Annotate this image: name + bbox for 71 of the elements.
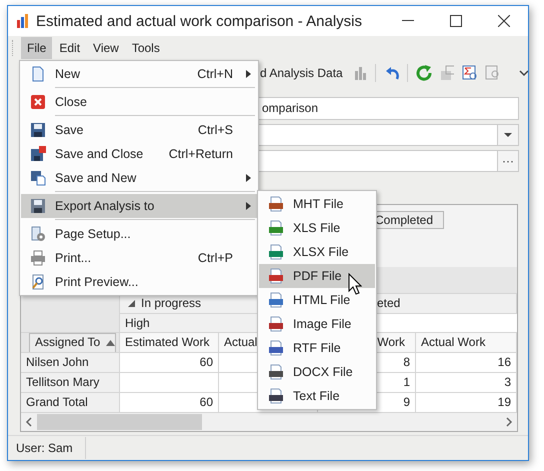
column-header[interactable]: Actual (224, 333, 258, 352)
menu-item[interactable]: Save Ctrl+S (21, 118, 257, 142)
sort-ascending-icon (106, 340, 116, 346)
column-group-header[interactable]: eted (377, 294, 400, 313)
refresh-icon[interactable] (415, 64, 432, 82)
header-label: Assigned To (35, 334, 100, 351)
status-text: User: Sam (8, 437, 86, 459)
row-header: Nilsen John (21, 353, 120, 373)
file-type-icon (268, 268, 284, 284)
menu-item[interactable]: New Ctrl+N (21, 62, 257, 86)
floppy-disk-document-icon (30, 170, 46, 186)
submenu-arrow-icon (246, 70, 250, 78)
shortcut-text: Ctrl+N (197, 67, 233, 81)
column-header[interactable]: Work (377, 333, 405, 352)
menu-item[interactable]: XLSX File (259, 240, 375, 264)
menu-item[interactable]: Image File (259, 312, 375, 336)
ellipsis-button[interactable]: ··· (497, 151, 518, 171)
menu-item[interactable]: PDF File (259, 264, 375, 288)
menu-item[interactable]: MHT File (259, 192, 375, 216)
shortcut-text: Ctrl+S (198, 123, 233, 137)
table-cell: 3 (416, 373, 517, 393)
maximize-icon (450, 15, 462, 27)
submenu-arrow-icon (246, 202, 250, 210)
submenu-arrow-icon (246, 174, 250, 182)
dropdown-arrow-icon (504, 133, 512, 137)
menu-item[interactable]: Edit (53, 37, 86, 59)
sigma-magnifier-icon[interactable] (462, 65, 477, 81)
close-icon (498, 15, 510, 27)
window-title: Estimated and actual work comparison - Analysis (36, 12, 363, 30)
file-type-icon (268, 244, 284, 260)
printer-icon (30, 250, 46, 266)
collapse-icon[interactable] (128, 300, 135, 307)
gear-document-icon (30, 226, 46, 242)
menu-item[interactable]: HTML File (259, 288, 375, 312)
chevron-down-icon[interactable] (518, 69, 528, 77)
assigned-to-header[interactable]: Assigned To (29, 333, 116, 352)
floppy-disk-close-icon (30, 146, 46, 162)
file-type-icon (268, 364, 284, 380)
scrollbar-thumb[interactable] (37, 414, 202, 430)
file-type-icon (268, 388, 284, 404)
table-cell: 19 (416, 393, 517, 413)
toolbar-button[interactable]: d Analysis Data (260, 66, 343, 80)
magnifier-document-icon (30, 274, 46, 290)
menu-item[interactable]: Tools (126, 37, 166, 59)
table-cell: 60 (120, 393, 219, 413)
file-type-icon (268, 196, 284, 212)
undo-icon[interactable] (384, 65, 398, 81)
minimize-icon (402, 20, 414, 22)
menu-item[interactable]: Export Analysis to (21, 194, 257, 218)
file-type-icon (268, 316, 284, 332)
menu-item[interactable]: View (87, 37, 125, 59)
app-icon (16, 14, 30, 28)
mouse-cursor-icon (348, 273, 362, 295)
file-type-icon (268, 292, 284, 308)
row-header: Grand Total (21, 393, 120, 413)
menu-item[interactable]: Print Preview... (21, 270, 257, 294)
horizontal-scrollbar[interactable] (21, 413, 517, 431)
menu-item[interactable]: XLS File (259, 216, 375, 240)
shortcut-text: Ctrl+P (198, 251, 233, 265)
table-cell: 60 (120, 353, 219, 373)
table-cell: 16 (416, 353, 517, 373)
column-group-header[interactable]: High (125, 314, 150, 332)
shortcut-text: Ctrl+Return (168, 147, 233, 161)
menu-item[interactable]: File (21, 37, 52, 59)
file-type-icon (268, 340, 284, 356)
menu-item[interactable]: Print... Ctrl+P (21, 246, 257, 270)
close-icon (30, 94, 46, 110)
document-icon (30, 66, 46, 82)
menu-item[interactable]: Page Setup... (21, 222, 257, 246)
file-type-icon (268, 220, 284, 236)
row-header: Tellitson Mary (21, 373, 120, 393)
